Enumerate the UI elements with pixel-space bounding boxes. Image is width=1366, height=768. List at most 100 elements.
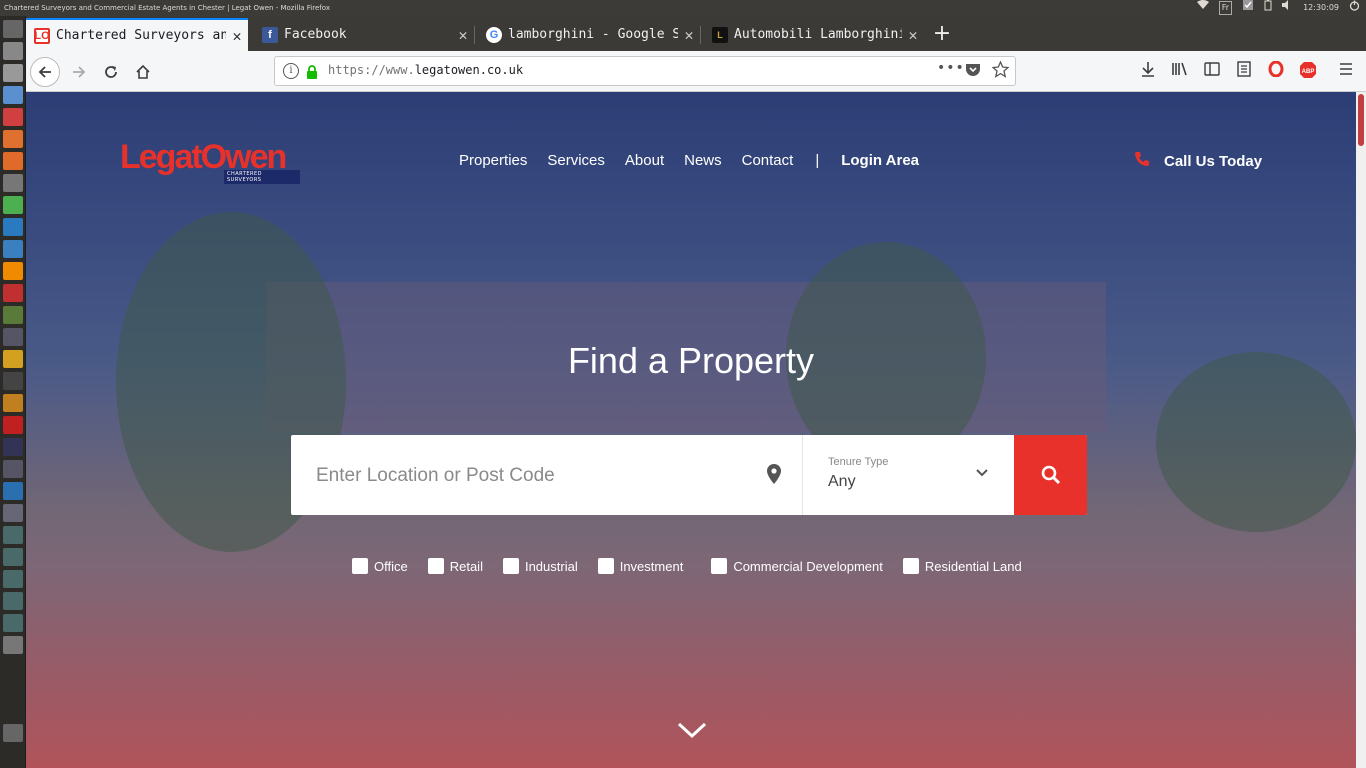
sidebar-icon[interactable] xyxy=(1202,61,1222,81)
lock-icon[interactable] xyxy=(306,64,318,79)
app-icon[interactable] xyxy=(3,570,23,588)
document-icon[interactable] xyxy=(3,240,23,258)
window-title: Chartered Surveyors and Commercial Estat… xyxy=(4,4,330,12)
tab-legatowen[interactable]: LO Chartered Surveyors and ✕ xyxy=(26,18,248,51)
scroll-down-chevron-icon[interactable] xyxy=(677,720,707,740)
info-icon[interactable]: i xyxy=(283,63,299,79)
app-launcher xyxy=(0,16,26,768)
files-icon[interactable] xyxy=(3,42,23,60)
checkbox[interactable] xyxy=(427,558,444,574)
dash-icon[interactable] xyxy=(3,20,23,38)
bookmark-star-icon[interactable] xyxy=(991,60,1010,82)
new-tab-button[interactable]: + xyxy=(930,18,954,51)
filezilla-icon[interactable] xyxy=(3,416,23,434)
os-top-bar: Chartered Surveyors and Commercial Estat… xyxy=(0,0,1366,16)
close-tab-icon[interactable]: ✕ xyxy=(902,26,924,44)
nav-properties[interactable]: Properties xyxy=(459,152,527,169)
tenure-type-select[interactable]: Any xyxy=(828,473,856,491)
forward-button[interactable] xyxy=(64,57,94,87)
page-actions-menu[interactable]: ••• xyxy=(937,60,965,76)
terminal-icon[interactable] xyxy=(3,64,23,82)
tab-lamborghini[interactable]: L Automobili Lamborghini ✕ xyxy=(704,18,924,51)
trash-icon[interactable] xyxy=(3,724,23,742)
vlc-icon[interactable] xyxy=(3,262,23,280)
wifi-icon[interactable] xyxy=(1196,0,1209,16)
filter-office[interactable]: Office xyxy=(352,558,408,574)
scrollbar-thumb[interactable] xyxy=(1358,94,1364,146)
filter-investment[interactable]: Investment xyxy=(597,558,683,574)
library-icon[interactable] xyxy=(1170,61,1190,81)
checkbox[interactable] xyxy=(902,558,919,574)
app-icon[interactable] xyxy=(3,86,23,104)
battery-icon[interactable] xyxy=(1264,0,1272,17)
adblock-plus-icon[interactable]: ABP xyxy=(1298,61,1318,81)
tab-facebook[interactable]: f Facebook ✕ xyxy=(254,18,475,51)
app-icon[interactable] xyxy=(3,438,23,456)
reload-button[interactable] xyxy=(96,57,126,87)
close-tab-icon[interactable]: ✕ xyxy=(452,26,474,44)
address-bar[interactable]: i https://www.legatowen.co.uk ••• xyxy=(274,56,1016,86)
power-icon[interactable] xyxy=(1349,0,1360,17)
app-icon[interactable] xyxy=(3,504,23,522)
close-tab-icon[interactable]: ✕ xyxy=(678,26,700,44)
menu-icon[interactable] xyxy=(1336,61,1356,81)
nav-about[interactable]: About xyxy=(625,152,664,169)
pocket-icon[interactable] xyxy=(965,62,981,82)
checkbox[interactable] xyxy=(352,558,368,574)
call-us-link[interactable]: Call Us Today xyxy=(1134,151,1262,171)
nav-services[interactable]: Services xyxy=(547,152,605,169)
updates-icon[interactable] xyxy=(1242,0,1254,17)
facebook-favicon: f xyxy=(262,26,278,43)
nav-news[interactable]: News xyxy=(684,152,722,169)
nav-login-area[interactable]: Login Area xyxy=(841,152,919,169)
downloads-icon[interactable] xyxy=(1138,61,1158,81)
tab-google[interactable]: G lamborghini - Google Sea ✕ xyxy=(478,18,701,51)
app-icon[interactable] xyxy=(3,592,23,610)
nav-contact[interactable]: Contact xyxy=(742,152,794,169)
web-page: LegatOwen CHARTERED SURVEYORS Properties… xyxy=(26,92,1356,768)
app-icon[interactable] xyxy=(3,372,23,390)
app-icon[interactable] xyxy=(3,130,23,148)
checkbox[interactable] xyxy=(502,558,519,574)
search-button[interactable] xyxy=(1014,435,1087,515)
checkbox[interactable] xyxy=(597,558,614,574)
checkbox[interactable] xyxy=(711,558,728,574)
chevron-down-icon[interactable] xyxy=(975,465,989,479)
app-icon[interactable] xyxy=(3,328,23,346)
app-icon[interactable] xyxy=(3,636,23,654)
star-icon[interactable] xyxy=(3,394,23,412)
reader-view-icon[interactable] xyxy=(1234,61,1254,81)
filter-industrial[interactable]: Industrial xyxy=(502,558,578,574)
url-text[interactable]: https://www.legatowen.co.uk xyxy=(328,63,523,77)
clock[interactable]: 12:30:09 xyxy=(1303,0,1339,16)
app-icon[interactable] xyxy=(3,460,23,478)
lamborghini-favicon: L xyxy=(712,26,728,43)
legatowen-logo[interactable]: LegatOwen CHARTERED SURVEYORS xyxy=(120,140,300,184)
volume-icon[interactable] xyxy=(1282,0,1293,16)
keyboard-layout[interactable]: Fr xyxy=(1218,1,1233,15)
settings-icon[interactable] xyxy=(3,174,23,192)
filter-commercial-development[interactable]: Commercial Development xyxy=(711,558,883,574)
app-icon[interactable] xyxy=(3,306,23,324)
filter-residential-land[interactable]: Residential Land xyxy=(902,558,1022,574)
app-icon[interactable] xyxy=(3,614,23,632)
app-icon[interactable] xyxy=(3,548,23,566)
app-icon[interactable] xyxy=(3,284,23,302)
app-icon[interactable] xyxy=(3,350,23,368)
back-button[interactable] xyxy=(30,57,60,87)
home-button[interactable] xyxy=(128,57,158,87)
vscode-icon[interactable] xyxy=(3,218,23,236)
firefox-icon[interactable] xyxy=(3,152,23,170)
app-icon[interactable] xyxy=(3,482,23,500)
opera-icon[interactable] xyxy=(1266,60,1286,81)
app-icon[interactable] xyxy=(3,108,23,126)
svg-text:ABP: ABP xyxy=(1302,69,1315,75)
app-icon[interactable] xyxy=(3,526,23,544)
location-input[interactable]: Enter Location or Post Code xyxy=(316,465,555,487)
close-tab-icon[interactable]: ✕ xyxy=(226,27,248,45)
map-pin-icon[interactable] xyxy=(765,463,783,485)
filter-retail[interactable]: Retail xyxy=(427,558,483,574)
page-scrollbar[interactable] xyxy=(1356,92,1366,768)
chrome-icon[interactable] xyxy=(3,196,23,214)
call-us-label: Call Us Today xyxy=(1164,152,1263,170)
